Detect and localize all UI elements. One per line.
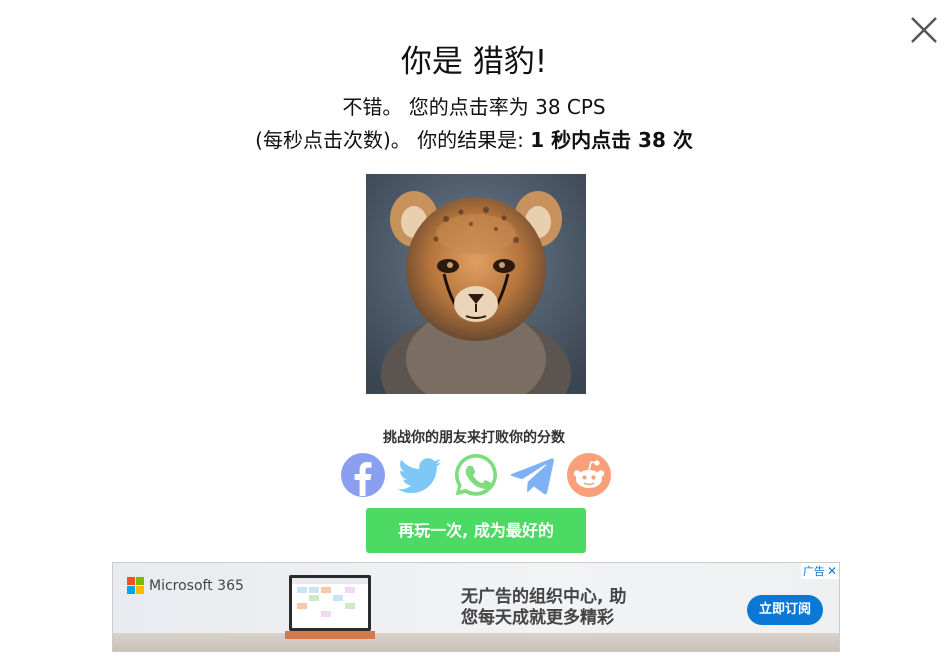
laptop-image	[285, 575, 375, 639]
ad-banner[interactable]: Microsoft 365 无广告的组织中心, 助 您每天成就更多精彩 立即订阅…	[112, 562, 840, 652]
reddit-icon	[567, 453, 611, 497]
microsoft-logo-icon	[127, 577, 144, 594]
ad-brand: Microsoft 365	[149, 577, 244, 594]
reddit-share-button[interactable]	[566, 452, 612, 498]
ad-desk-image	[113, 633, 839, 651]
ad-headline-line1: 无广告的组织中心, 助	[461, 587, 627, 607]
microsoft-logo: Microsoft 365	[127, 577, 244, 594]
facebook-share-button[interactable]	[340, 452, 386, 498]
result-detail-plain: (每秒点击次数)。 你的结果是:	[255, 128, 524, 152]
ad-choices[interactable]: 广告 ✕	[800, 563, 839, 579]
result-detail-bold: 1 秒内点击 38 次	[530, 128, 693, 152]
twitter-share-button[interactable]	[397, 452, 443, 498]
facebook-icon	[341, 453, 385, 497]
twitter-icon	[397, 458, 441, 494]
cheetah-image	[366, 174, 586, 394]
ad-headline: 无广告的组织中心, 助 您每天成就更多精彩	[461, 587, 626, 629]
result-title: 你是 猎豹!	[400, 44, 548, 80]
telegram-icon	[510, 458, 554, 495]
result-detail-text: (每秒点击次数)。 你的结果是: 1 秒内点击 38 次	[0, 124, 948, 153]
play-again-button[interactable]: 再玩一次, 成为最好的	[366, 508, 586, 553]
whatsapp-icon	[455, 454, 497, 496]
result-cps-text: 不错。 您的点击率为 38 CPS	[342, 95, 606, 119]
share-buttons	[340, 452, 612, 498]
ad-headline-line2: 您每天成就更多精彩	[461, 608, 614, 628]
ad-close-icon[interactable]: ✕	[827, 564, 837, 578]
whatsapp-share-button[interactable]	[453, 452, 499, 498]
ad-label: 广告	[802, 565, 825, 578]
ad-subscribe-button[interactable]: 立即订阅	[747, 595, 823, 625]
challenge-text: 挑战你的朋友来打败你的分数	[383, 430, 565, 446]
telegram-share-button[interactable]	[510, 452, 556, 498]
